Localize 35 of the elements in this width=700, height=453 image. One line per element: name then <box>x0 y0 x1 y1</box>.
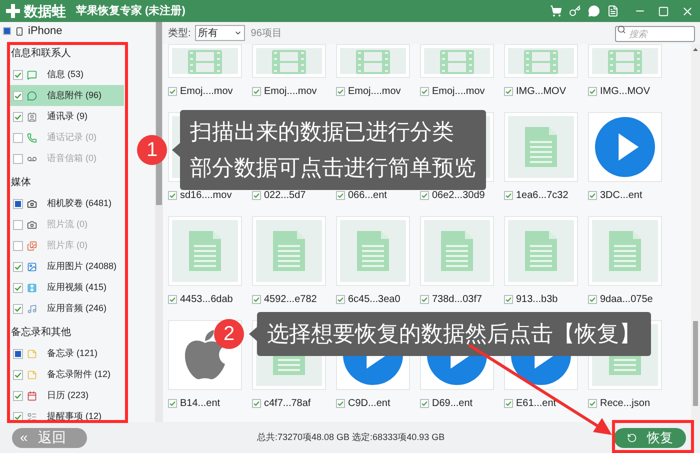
file-name: IMG...MOV <box>600 84 650 98</box>
file-name: 4592...e782 <box>264 292 317 306</box>
file-name: sd16....mov <box>180 188 232 202</box>
file-name: Rece...json <box>600 396 650 410</box>
app-name: 数据蛙 <box>24 2 66 20</box>
file-name: 6c45...3ea0 <box>348 292 400 306</box>
file-name: 3DC...ent <box>600 188 642 202</box>
file-name: E61...ent <box>516 396 556 410</box>
callout-text: 部分数据可点击进行简单预览 <box>190 154 476 182</box>
file-name: 738d...03f7 <box>432 292 482 306</box>
file-name: C9D...ent <box>348 396 390 410</box>
file-name: 9daa...075e <box>600 292 653 306</box>
file-name: 06e2...30d9 <box>432 188 485 202</box>
section-title: 信息和联系人 <box>11 46 72 60</box>
file-name: 022...5d7 <box>264 188 306 202</box>
callout-text: 选择想要恢复的数据然后点击【恢复】 <box>267 320 641 348</box>
status-text: 总共:73270项48.08 GB 选定:68333项40.93 GB <box>257 430 445 444</box>
file-name: 4453...6dab <box>180 292 233 306</box>
file-name: 913...b3b <box>516 292 558 306</box>
file-name: IMG...MOV <box>516 84 566 98</box>
section-title: 备忘录和其他 <box>11 326 72 340</box>
file-name: D69...ent <box>432 396 473 410</box>
type-label: 类型: <box>168 26 191 40</box>
callout-text: 扫描出来的数据已进行分类 <box>190 118 455 146</box>
window-title: 苹果恢复专家 (未注册) <box>76 4 186 19</box>
section-title: 媒体 <box>11 176 32 190</box>
item-count: 96项目 <box>250 26 282 40</box>
file-name: Emoj....mov <box>180 84 233 98</box>
file-name: B14...ent <box>180 396 220 410</box>
file-name: Emoj....mov <box>432 84 485 98</box>
file-name: 1ea6...7c32 <box>516 188 568 202</box>
file-name: Emoj....mov <box>348 84 401 98</box>
file-name: 066...ent <box>348 188 387 202</box>
file-name: c4f7...78af <box>264 396 311 410</box>
file-name: Emoj....mov <box>264 84 317 98</box>
